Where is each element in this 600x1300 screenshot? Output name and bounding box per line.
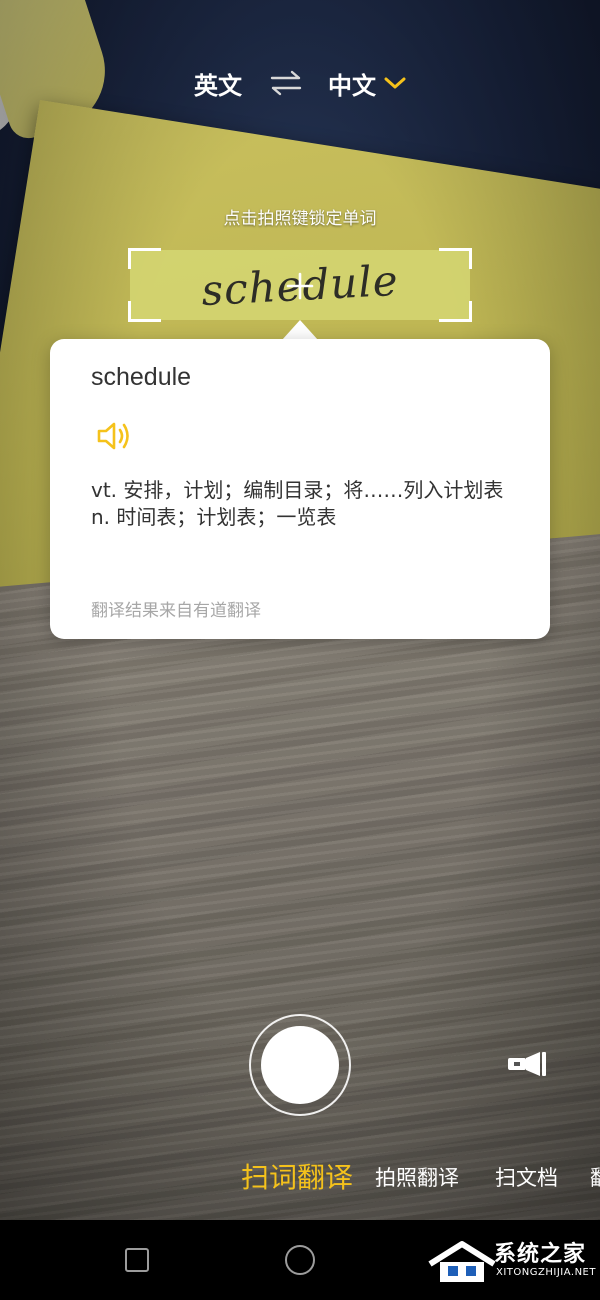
navigation-bar: 系统之家 XITONGZHIJIA.NET xyxy=(0,1220,600,1300)
definition-line: n. 时间表；计划表；一览表 xyxy=(91,505,337,529)
card-pointer xyxy=(282,320,318,340)
frame-corner xyxy=(128,248,161,269)
chevron-down-icon[interactable] xyxy=(384,76,406,90)
translation-source: 翻译结果来自有道翻译 xyxy=(91,601,261,621)
flashlight-icon[interactable] xyxy=(506,1050,550,1078)
result-word: schedule xyxy=(91,363,192,391)
scan-hint: 点击拍照键锁定单词 xyxy=(223,209,377,229)
watermark-url: XITONGZHIJIA.NET xyxy=(496,1267,596,1278)
speaker-icon[interactable] xyxy=(96,419,132,453)
language-bar: 英文 中文 xyxy=(0,58,600,108)
mode-photo-translate[interactable]: 拍照翻译 xyxy=(375,1150,459,1206)
home-button[interactable] xyxy=(285,1245,315,1275)
swap-arrows-icon[interactable] xyxy=(268,70,304,96)
frame-corner xyxy=(439,248,472,269)
mode-scan-word[interactable]: 扫词翻译 xyxy=(241,1150,353,1206)
recent-apps-button[interactable] xyxy=(125,1248,149,1272)
crosshair-icon xyxy=(286,272,314,300)
source-language[interactable]: 英文 xyxy=(194,66,242,101)
watermark-logo-icon xyxy=(428,1241,496,1282)
mode-selector: 扫词翻译 拍照翻译 扫文档 翻 xyxy=(0,1150,600,1206)
watermark: 系统之家 XITONGZHIJIA.NET xyxy=(426,1232,596,1288)
definition-line: vt. 安排，计划；编制目录；将……列入计划表 xyxy=(91,478,504,502)
shutter-inner xyxy=(261,1026,339,1104)
shutter-button[interactable] xyxy=(249,1014,351,1116)
target-language[interactable]: 中文 xyxy=(328,66,376,101)
translation-card: schedule vt. 安排，计划；编制目录；将……列入计划表 n. 时间表；… xyxy=(50,339,550,639)
watermark-title: 系统之家 xyxy=(494,1242,587,1267)
scan-frame: schedule xyxy=(128,248,472,322)
mode-next[interactable]: 翻 xyxy=(590,1150,600,1206)
mode-scan-document[interactable]: 扫文档 xyxy=(495,1150,558,1206)
frame-corner xyxy=(128,301,161,322)
frame-corner xyxy=(439,301,472,322)
definitions: vt. 安排，计划；编制目录；将……列入计划表 n. 时间表；计划表；一览表 xyxy=(91,477,511,531)
